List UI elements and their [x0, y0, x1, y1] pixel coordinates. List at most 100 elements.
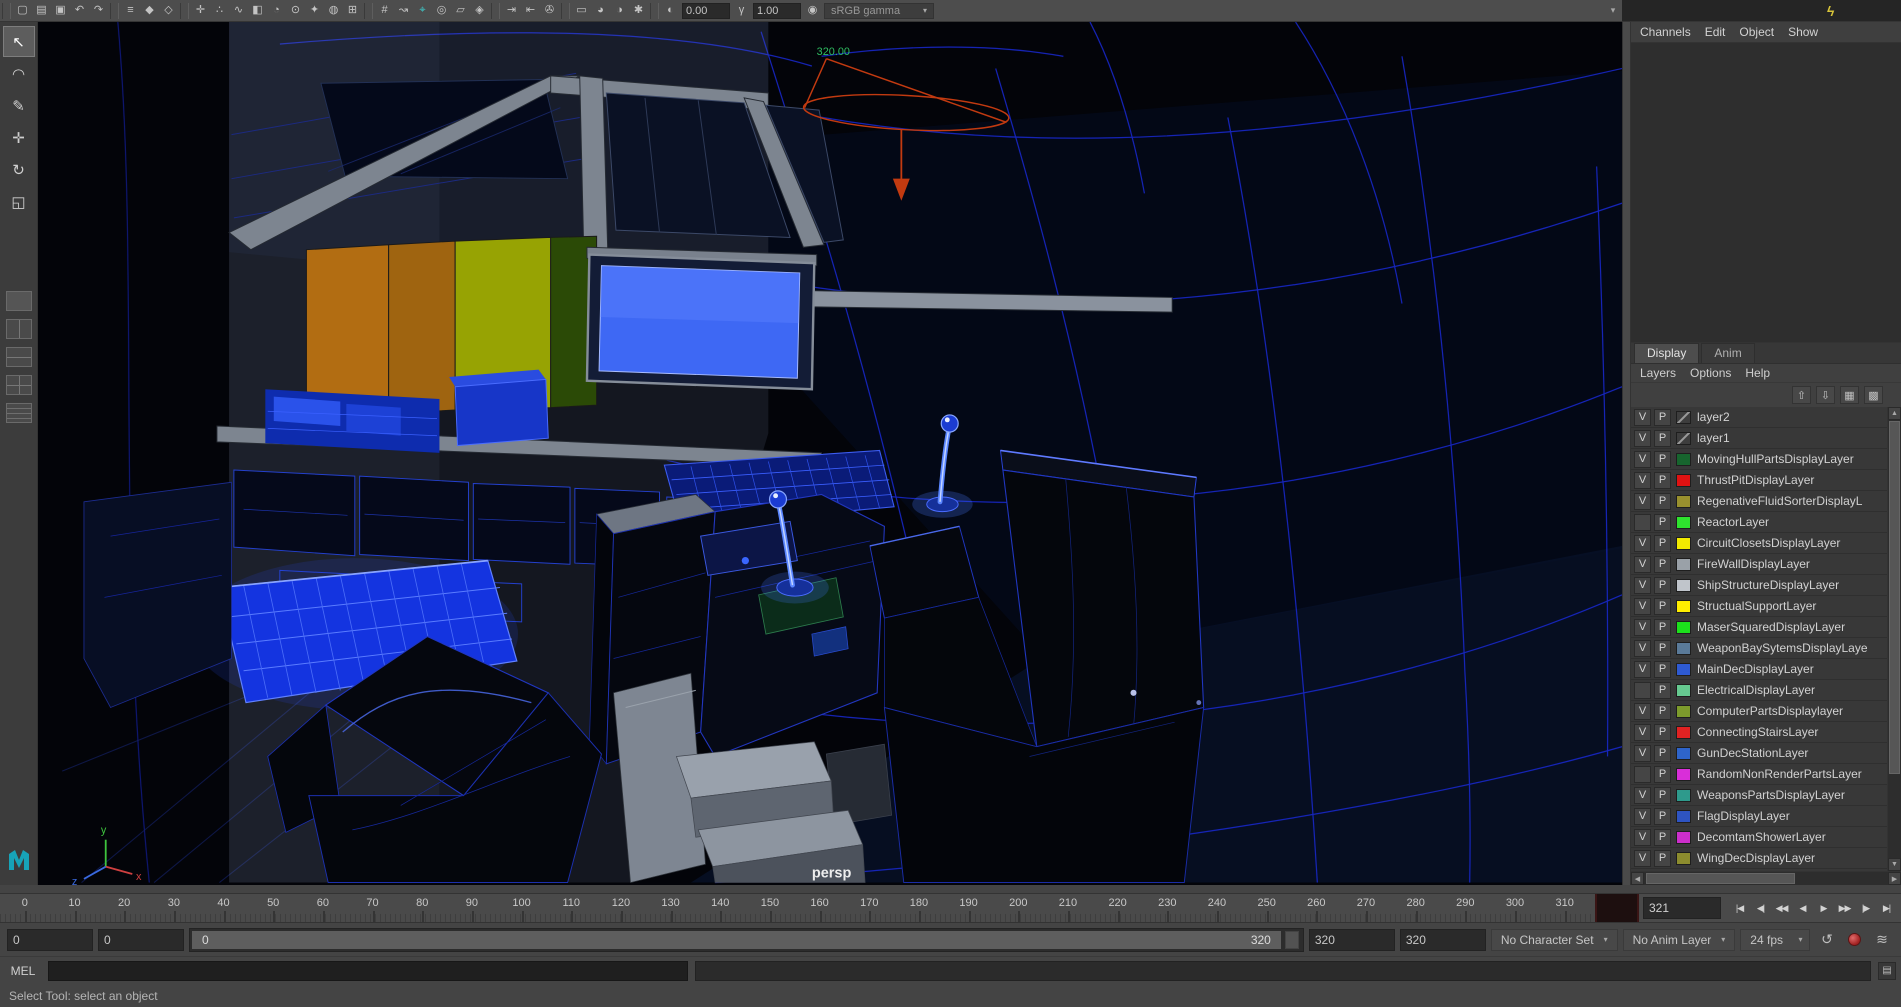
- toolbar-collapse-icon[interactable]: ▾: [1604, 5, 1622, 16]
- toolbar-section-grip[interactable]: [364, 3, 373, 19]
- layer-color-swatch[interactable]: [1676, 621, 1691, 634]
- layer-editor-menu-item[interactable]: Layers: [1640, 366, 1676, 380]
- step-forward-one-key-button[interactable]: ▶▶: [1835, 898, 1854, 918]
- scroll-right-icon[interactable]: ▶: [1888, 872, 1901, 885]
- playback-end-field[interactable]: [1400, 929, 1486, 951]
- layer-playback-toggle[interactable]: P: [1654, 577, 1671, 594]
- layer-color-swatch[interactable]: [1676, 453, 1691, 466]
- toolbar-section-grip[interactable]: [561, 3, 570, 19]
- layer-row[interactable]: P ElectricalDisplayLayer: [1631, 680, 1887, 701]
- layer-playback-toggle[interactable]: P: [1654, 451, 1671, 468]
- panel-splitter[interactable]: [1622, 22, 1631, 885]
- script-editor-icon[interactable]: ▤: [1878, 962, 1896, 980]
- layer-row[interactable]: V P ConnectingStairsLayer: [1631, 722, 1887, 743]
- select-misc-mask-icon[interactable]: ⊞: [343, 2, 362, 20]
- view-transform-icon[interactable]: ◉: [803, 2, 822, 20]
- go-to-playback-start-button[interactable]: |◀: [1730, 898, 1749, 918]
- toolbar-section-grip[interactable]: [491, 3, 500, 19]
- select-rendering-mask-icon[interactable]: ◍: [324, 2, 343, 20]
- input-connections-icon[interactable]: ⇥: [502, 2, 521, 20]
- layer-color-swatch[interactable]: [1676, 411, 1691, 424]
- select-surfaces-mask-icon[interactable]: ◧: [248, 2, 267, 20]
- layer-visibility-toggle[interactable]: V: [1634, 619, 1651, 636]
- layer-visibility-toggle[interactable]: V: [1634, 829, 1651, 846]
- layer-color-swatch[interactable]: [1676, 852, 1691, 865]
- new-scene-icon[interactable]: ▢: [13, 2, 32, 20]
- channel-box-menu-item[interactable]: Object: [1739, 25, 1774, 39]
- select-deformations-mask-icon[interactable]: ◔: [267, 2, 286, 20]
- snap-to-grid-icon[interactable]: #: [375, 2, 394, 20]
- paint-selection-tool[interactable]: ✎: [3, 90, 35, 121]
- layer-row[interactable]: V P WeaponBaySytemsDisplayLaye: [1631, 638, 1887, 659]
- layer-visibility-toggle[interactable]: V: [1634, 493, 1651, 510]
- layer-playback-toggle[interactable]: P: [1654, 703, 1671, 720]
- layer-playback-toggle[interactable]: P: [1654, 766, 1671, 783]
- lasso-tool[interactable]: ◠: [3, 58, 35, 89]
- layer-color-swatch[interactable]: [1676, 537, 1691, 550]
- layer-playback-toggle[interactable]: P: [1654, 409, 1671, 426]
- construction-history-icon[interactable]: ✇: [540, 2, 559, 20]
- playback-start-field[interactable]: [7, 929, 93, 951]
- layer-color-swatch[interactable]: [1676, 474, 1691, 487]
- layer-color-swatch[interactable]: [1676, 684, 1691, 697]
- layer-playback-toggle[interactable]: P: [1654, 619, 1671, 636]
- create-layer-from-selected-icon[interactable]: ▩: [1864, 386, 1883, 404]
- layer-visibility-toggle[interactable]: V: [1634, 556, 1651, 573]
- mel-command-input[interactable]: [48, 961, 688, 981]
- layer-row[interactable]: V P WingDecDisplayLayer: [1631, 848, 1887, 869]
- select-handles-mask-icon[interactable]: ✛: [191, 2, 210, 20]
- current-frame-field[interactable]: [1643, 897, 1721, 919]
- select-dynamics-mask-icon[interactable]: ✦: [305, 2, 324, 20]
- layer-visibility-toggle[interactable]: V: [1634, 451, 1651, 468]
- layer-row[interactable]: V P ComputerPartsDisplaylayer: [1631, 701, 1887, 722]
- layer-color-swatch[interactable]: [1676, 516, 1691, 529]
- layer-color-swatch[interactable]: [1676, 726, 1691, 739]
- fps-value-box[interactable]: 24 fps: [1740, 929, 1792, 951]
- layer-playback-toggle[interactable]: P: [1654, 808, 1671, 825]
- animation-start-field[interactable]: [98, 929, 184, 951]
- play-backwards-button[interactable]: ◀: [1793, 898, 1812, 918]
- layer-color-swatch[interactable]: [1676, 642, 1691, 655]
- layer-playback-toggle[interactable]: P: [1654, 556, 1671, 573]
- rotate-tool[interactable]: ↻: [3, 154, 35, 185]
- layer-playback-toggle[interactable]: P: [1654, 682, 1671, 699]
- current-time-marker[interactable]: [1595, 894, 1639, 922]
- layer-playback-toggle[interactable]: P: [1654, 640, 1671, 657]
- layout-four-pane-button[interactable]: [6, 375, 32, 395]
- undo-icon[interactable]: ↶: [70, 2, 89, 20]
- playback-loop-icon[interactable]: ↺: [1815, 931, 1839, 948]
- select-tool[interactable]: ↖: [3, 26, 35, 57]
- layer-list-horizontal-scrollbar[interactable]: ◀ ▶: [1631, 871, 1901, 885]
- layout-outliner-persp-button[interactable]: [6, 403, 32, 423]
- redo-icon[interactable]: ↷: [89, 2, 108, 20]
- viewport-canvas[interactable]: 320.00 y x z persp: [38, 22, 1622, 885]
- layer-row[interactable]: V P StructualSupportLayer: [1631, 596, 1887, 617]
- layer-visibility-toggle[interactable]: V: [1634, 808, 1651, 825]
- layer-color-swatch[interactable]: [1676, 495, 1691, 508]
- save-scene-icon[interactable]: ▣: [51, 2, 70, 20]
- layer-row[interactable]: V P MovingHullPartsDisplayLayer: [1631, 449, 1887, 470]
- channel-box-menu-item[interactable]: Edit: [1705, 25, 1726, 39]
- snap-to-projected-center-icon[interactable]: ◎: [432, 2, 451, 20]
- toolbar-section-grip[interactable]: [2, 3, 11, 19]
- range-slider-bar[interactable]: 0 320: [192, 931, 1281, 949]
- layout-two-pane-side-button[interactable]: [6, 319, 32, 339]
- move-tool[interactable]: ✛: [3, 122, 35, 153]
- move-layer-down-icon[interactable]: ⇩: [1816, 386, 1835, 404]
- layer-color-swatch[interactable]: [1676, 600, 1691, 613]
- layer-playback-toggle[interactable]: P: [1654, 850, 1671, 867]
- snap-to-view-plane-icon[interactable]: ▱: [451, 2, 470, 20]
- layer-row[interactable]: V P CircuitClosetsDisplayLayer: [1631, 533, 1887, 554]
- layer-row[interactable]: P RandomNonRenderPartsLayer: [1631, 764, 1887, 785]
- layer-color-swatch[interactable]: [1676, 663, 1691, 676]
- layer-visibility-toggle[interactable]: V: [1634, 430, 1651, 447]
- anim-layer-dropdown[interactable]: No Anim Layer ▾: [1623, 929, 1736, 951]
- layer-row[interactable]: V P FlagDisplayLayer: [1631, 806, 1887, 827]
- layer-playback-toggle[interactable]: P: [1654, 787, 1671, 804]
- layer-visibility-toggle[interactable]: V: [1634, 661, 1651, 678]
- layer-playback-toggle[interactable]: P: [1654, 535, 1671, 552]
- layer-playback-toggle[interactable]: P: [1654, 430, 1671, 447]
- animation-preferences-icon[interactable]: ≋: [1870, 931, 1894, 948]
- layer-playback-toggle[interactable]: P: [1654, 472, 1671, 489]
- make-live-icon[interactable]: ◈: [470, 2, 489, 20]
